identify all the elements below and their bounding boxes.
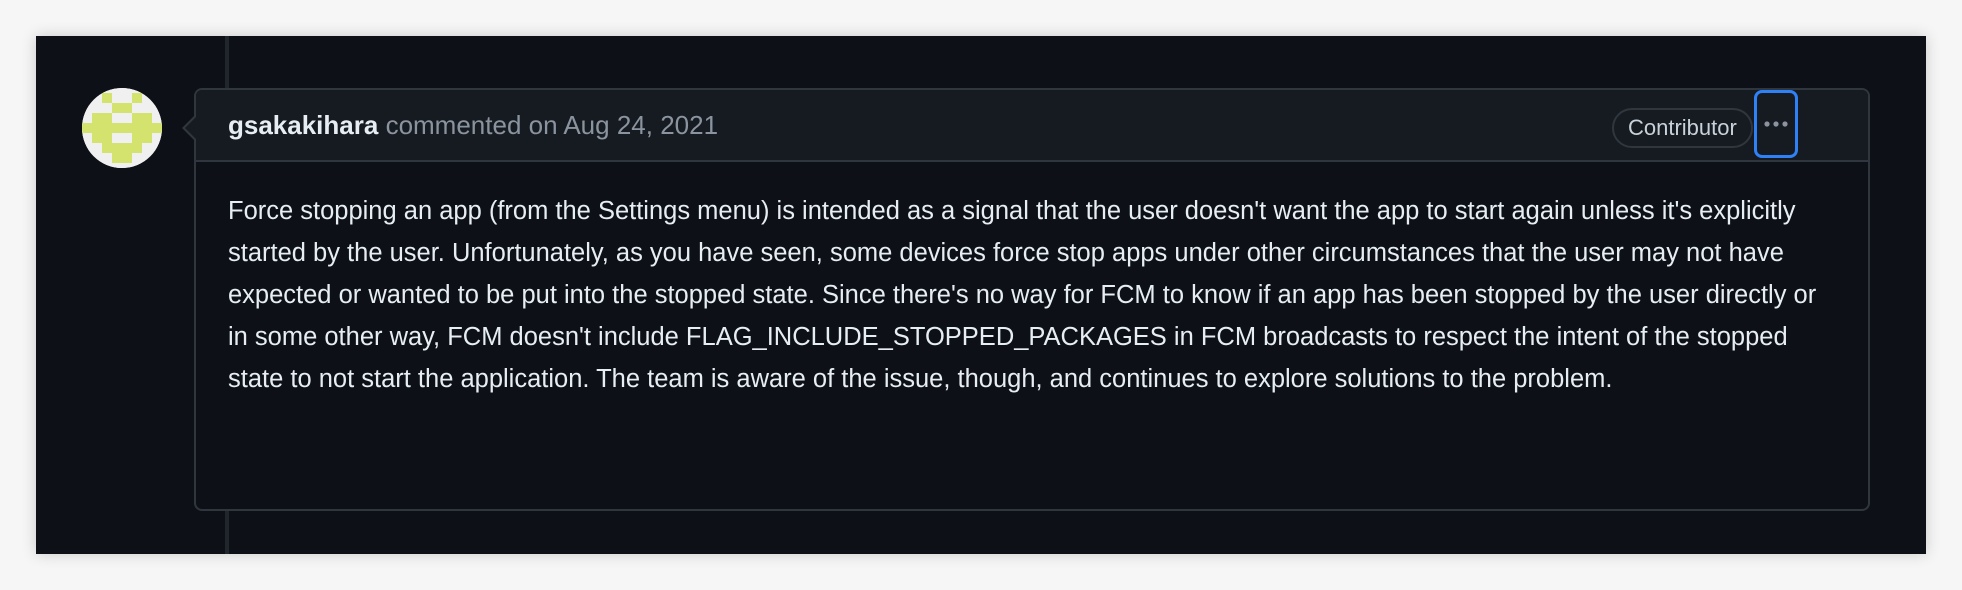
comment-box: gsakakihara commented on Aug 24, 2021 Co… — [182, 88, 1870, 511]
avatar[interactable] — [82, 88, 162, 168]
action-text: commented on — [385, 110, 558, 140]
author-link[interactable]: gsakakihara — [228, 110, 378, 140]
identicon-icon — [82, 88, 162, 168]
comment-header: gsakakihara commented on Aug 24, 2021 Co… — [196, 90, 1868, 162]
comment-body: Force stopping an app (from the Settings… — [228, 197, 1817, 393]
more-actions-button[interactable] — [1754, 90, 1798, 158]
contributor-badge: Contributor — [1612, 108, 1753, 148]
comment-meta: gsakakihara commented on Aug 24, 2021 — [228, 110, 718, 140]
comment-timeline-frame: gsakakihara commented on Aug 24, 2021 Co… — [36, 36, 1926, 554]
comment-timestamp[interactable]: Aug 24, 2021 — [563, 110, 718, 140]
kebab-horizontal-icon — [1764, 121, 1788, 127]
